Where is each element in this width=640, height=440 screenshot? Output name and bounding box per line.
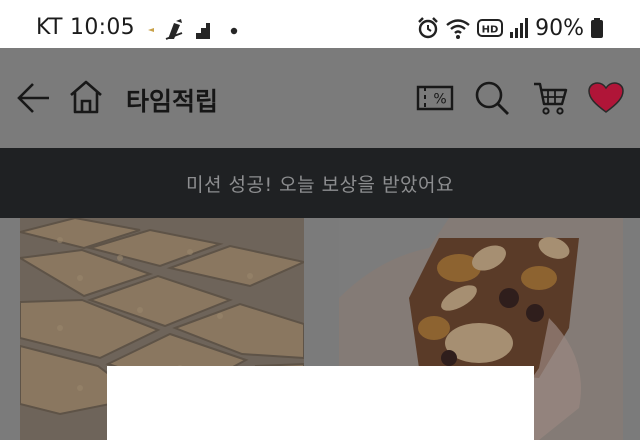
notification-icon: [148, 28, 154, 32]
banner-text: 미션 성공! 오늘 보상을 받았어요: [185, 173, 454, 196]
app-icon: [196, 23, 210, 39]
bottom-popup: [107, 366, 534, 440]
status-right: HD 90%: [417, 15, 604, 41]
app-screen: 타임적립 % 미션 성공! 오늘 보상을 받았어요: [0, 48, 640, 440]
svg-text:HD: HD: [482, 25, 499, 36]
back-arrow-icon[interactable]: [16, 80, 52, 116]
signal-icon: [510, 18, 529, 38]
mission-banner: 미션 성공! 오늘 보상을 받았어요: [0, 148, 640, 218]
pen-icon: [165, 19, 183, 40]
alarm-icon: [418, 17, 438, 39]
status-time: KT 10:05: [36, 15, 135, 40]
battery-icon: [591, 18, 603, 38]
app-header: 타임적립 %: [0, 48, 640, 148]
coupon-symbol: %: [433, 92, 446, 108]
hd-icon: HD: [477, 19, 504, 37]
cart-icon[interactable]: [532, 80, 568, 116]
battery-percentage: 90%: [535, 15, 584, 41]
dot-icon: [230, 27, 238, 35]
heart-icon[interactable]: [587, 82, 625, 114]
home-icon[interactable]: [68, 79, 104, 115]
status-left-icons: [148, 19, 238, 40]
coupon-icon[interactable]: %: [416, 85, 454, 111]
search-icon[interactable]: [474, 80, 510, 116]
status-bar: KT 10:05 HD 90%: [0, 0, 640, 48]
wifi-icon: [446, 19, 470, 39]
page-title: 타임적립: [126, 87, 219, 116]
